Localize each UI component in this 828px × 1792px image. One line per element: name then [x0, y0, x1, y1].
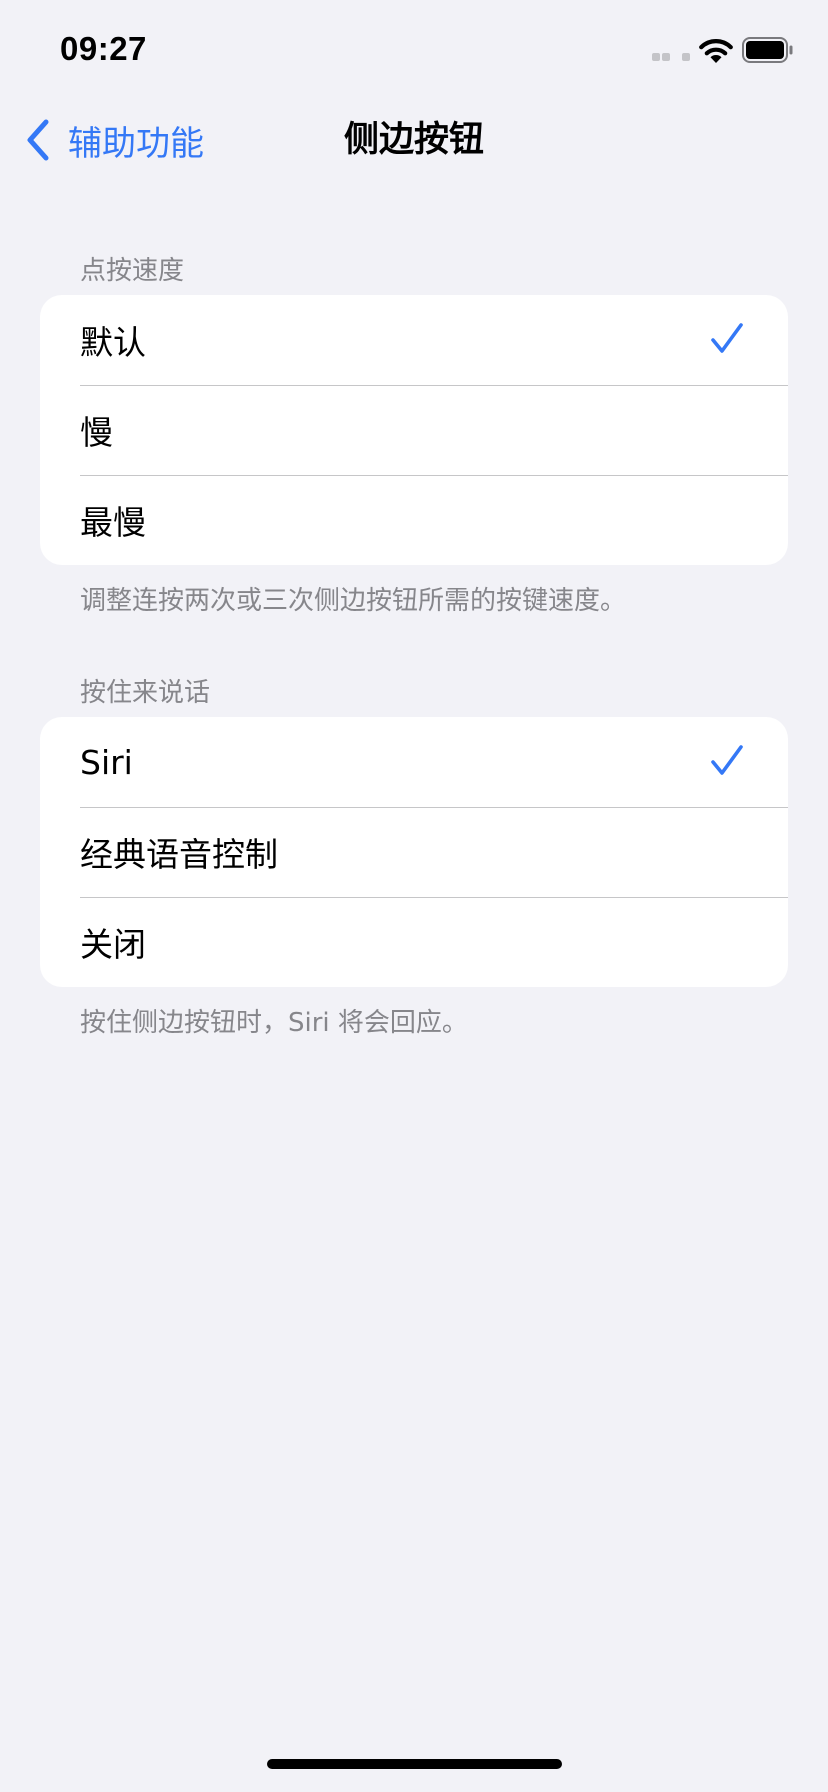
cellular-signal-icon [652, 51, 692, 61]
section-footer-tap-speed: 调整连按两次或三次侧边按钮所需的按键速度。 [80, 586, 627, 616]
option-label: 最慢 [80, 503, 146, 542]
checkmark-icon [711, 745, 743, 775]
page-title: 侧边按钮 [343, 120, 484, 160]
option-label: 默认 [80, 323, 146, 362]
status-bar: 09:27 [0, 0, 828, 100]
option-slow[interactable]: 慢 [40, 385, 788, 475]
option-off[interactable]: 关闭 [40, 897, 788, 987]
home-indicator[interactable] [267, 1759, 562, 1769]
tap-speed-group: 默认 慢 最慢 [40, 295, 788, 565]
wifi-icon [699, 39, 733, 63]
option-label: Siri [80, 742, 133, 782]
option-label: 经典语音控制 [80, 835, 278, 874]
option-label: 慢 [80, 413, 113, 452]
section-header-tap-speed: 点按速度 [80, 256, 185, 286]
battery-icon [742, 37, 793, 63]
section-footer-press-and-hold: 按住侧边按钮时，Siri 将会回应。 [80, 1008, 468, 1038]
section-header-press-and-hold: 按住来说话 [80, 678, 211, 708]
checkmark-icon [711, 323, 743, 353]
navigation-bar: 辅助功能 侧边按钮 [0, 100, 828, 180]
status-time: 09:27 [60, 30, 147, 67]
option-default[interactable]: 默认 [40, 295, 788, 385]
option-classic-voice-control[interactable]: 经典语音控制 [40, 807, 788, 897]
option-siri[interactable]: Siri [40, 717, 788, 807]
option-slowest[interactable]: 最慢 [40, 475, 788, 565]
option-label: 关闭 [80, 925, 146, 964]
press-and-hold-group: Siri 经典语音控制 关闭 [40, 717, 788, 987]
